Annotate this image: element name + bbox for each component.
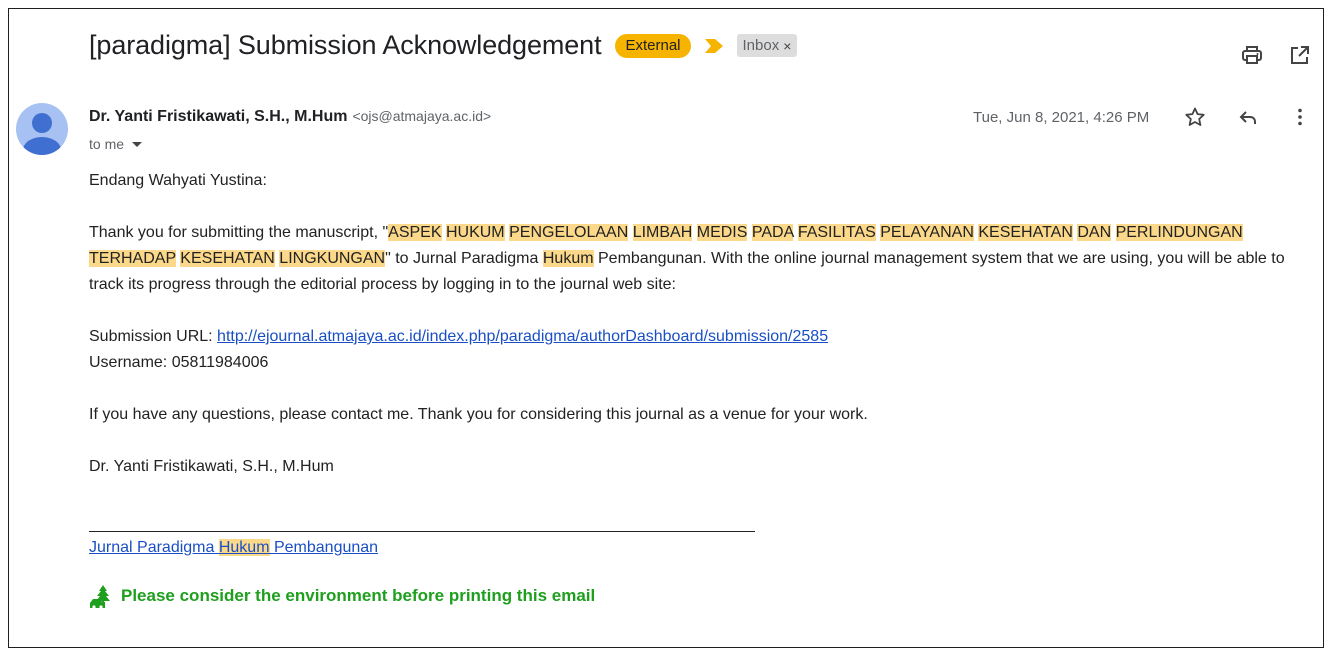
highlighted-title-word: LINGKUNGAN [279,250,386,267]
email-body: Endang Wahyati Yustina: Thank you for su… [89,168,1309,480]
highlighted-title-word: PELAYANAN [880,224,974,241]
inbox-label[interactable]: Inbox × [736,34,798,57]
tree-car-icon [90,585,110,608]
p1-prefix: Thank you for submitting the manuscript,… [89,224,389,241]
email-subject: [paradigma] Submission Acknowledgement [89,30,602,60]
more-vert-icon[interactable] [1288,105,1312,129]
sender-avatar[interactable] [16,103,68,155]
highlighted-title-word: PENGELOLAAN [509,224,629,241]
greeting: Endang Wahyati Yustina: [89,172,267,189]
recipient-text: to me [89,136,125,152]
sender-name[interactable]: Dr. Yanti Fristikawati, S.H., M.Hum [89,108,347,126]
journal-link[interactable]: Jurnal Paradigma Hukum Pembangunan [89,539,378,556]
eco-message: Please consider the environment before p… [121,586,596,605]
print-icon[interactable] [1240,43,1264,67]
highlighted-title-word: PADA [751,224,794,241]
sender-row: Dr. Yanti Fristikawati, S.H., M.Hum <ojs… [89,108,491,126]
reply-icon[interactable] [1236,105,1260,129]
open-in-new-window-icon[interactable] [1288,43,1312,67]
eco-notice: Please consider the environment before p… [89,584,595,608]
signature: Dr. Yanti Fristikawati, S.H., M.Hum [89,458,334,475]
highlighted-title-word: FASILITAS [797,224,876,241]
highlighted-title-word: ASPEK [388,224,442,241]
journal-link-part2: Pembangunan [269,539,379,556]
email-date: Tue, Jun 8, 2021, 4:26 PM [973,109,1150,126]
p1-mid: " to Jurnal Paradigma [385,250,543,267]
remove-label-icon[interactable]: × [783,38,791,54]
highlighted-title-word: MEDIS [696,224,748,241]
journal-link-hukum: Hukum [218,539,270,556]
submission-line: Submission URL: http://ejournal.atmajaya… [89,324,1309,350]
avatar-person-icon [23,113,61,155]
questions-paragraph: If you have any questions, please contac… [89,406,868,423]
footer-journal-link-row: Jurnal Paradigma Hukum Pembangunan [89,536,378,560]
star-icon[interactable] [1183,105,1207,129]
highlight-hukum: Hukum [542,250,594,267]
submission-label: Submission URL: [89,328,218,345]
subject-row: [paradigma] Submission Acknowledgement E… [89,30,798,61]
recipient-dropdown[interactable]: to me [89,136,143,152]
highlighted-title-word: KESEHATAN [978,224,1073,241]
submission-url-link[interactable]: http://ejournal.atmajaya.ac.id/index.php… [217,328,828,345]
highlighted-title-word: PERLINDUNGAN [1115,224,1243,241]
chevron-down-icon [132,141,143,147]
label-arrow-icon[interactable] [704,38,723,53]
sender-email: <ojs@atmajaya.ac.id> [352,108,492,124]
highlighted-title-word: DAN [1077,224,1112,241]
highlighted-title-word: HUKUM [445,224,505,241]
highlighted-title-word: TERHADAP [89,250,176,267]
journal-link-part1: Jurnal Paradigma [89,539,219,556]
signature-divider [89,531,755,532]
highlighted-title-word: KESEHATAN [180,250,275,267]
username-line: Username: 05811984006 [89,354,269,371]
highlighted-title-word: LIMBAH [632,224,693,241]
paragraph-manuscript: Thank you for submitting the manuscript,… [89,220,1309,298]
external-badge: External [615,33,691,58]
inbox-label-text: Inbox [742,37,780,54]
